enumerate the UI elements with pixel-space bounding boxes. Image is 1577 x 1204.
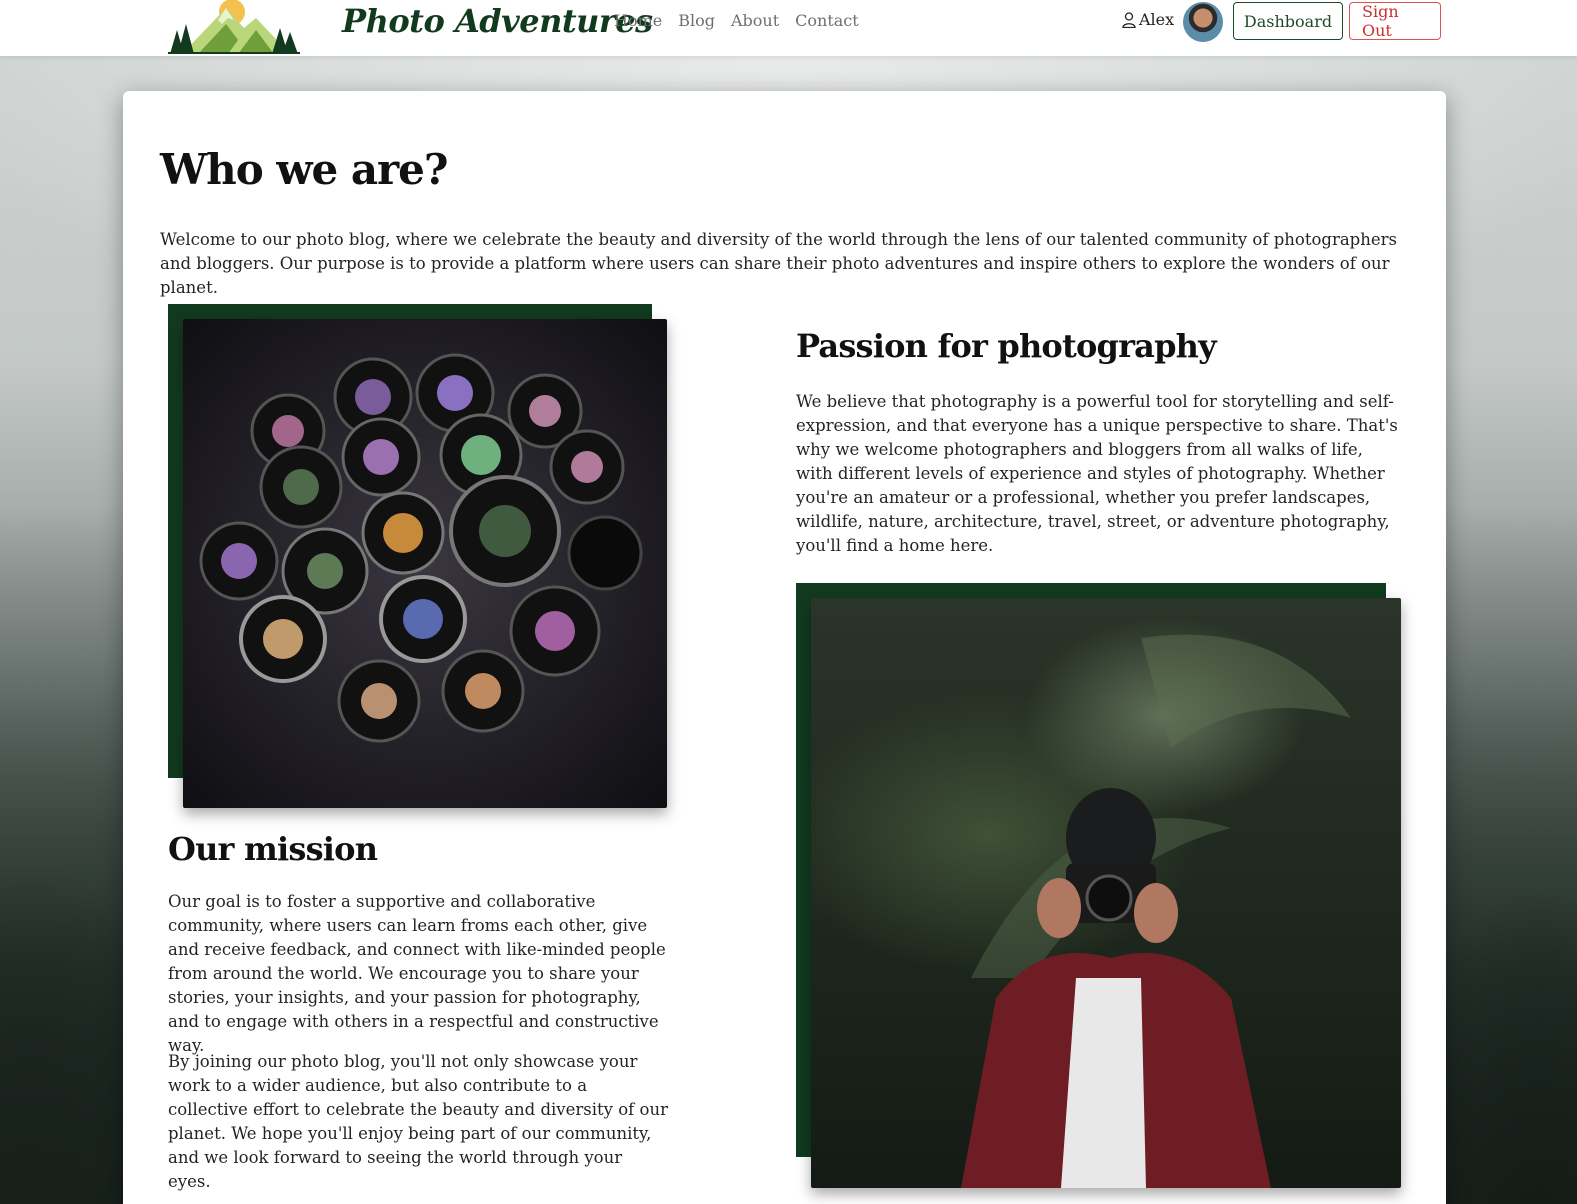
nav-home[interactable]: Home xyxy=(614,11,662,30)
lenses-image xyxy=(183,319,667,808)
mission-heading: Our mission xyxy=(168,830,378,868)
nav-links: Home Blog About Contact xyxy=(614,11,859,30)
nav-blog[interactable]: Blog xyxy=(678,11,715,30)
intro-paragraph: Welcome to our photo blog, where we cele… xyxy=(160,230,1397,297)
mission-paragraph-1: Our goal is to foster a supportive and c… xyxy=(168,892,666,1055)
sign-out-button[interactable]: Sign Out xyxy=(1349,2,1441,40)
mission-paragraph-2: By joining our photo blog, you'll not on… xyxy=(168,1052,668,1191)
user-icon xyxy=(1122,11,1136,28)
passion-heading: Passion for photography xyxy=(796,327,1217,365)
user-name: Alex xyxy=(1139,10,1175,29)
navbar: Photo Adventures Home Blog About Contact… xyxy=(0,0,1577,56)
lenses-illustration xyxy=(199,353,643,743)
passion-paragraph: We believe that photography is a powerfu… xyxy=(796,392,1398,555)
photographer-image xyxy=(811,598,1401,1188)
user-menu[interactable]: Alex xyxy=(1122,10,1174,29)
avatar[interactable] xyxy=(1183,2,1223,42)
dashboard-button[interactable]: Dashboard xyxy=(1233,2,1343,40)
nav-about[interactable]: About xyxy=(731,11,779,30)
nav-contact[interactable]: Contact xyxy=(795,11,859,30)
photographer-illustration xyxy=(961,634,1351,1188)
mountain-logo-icon[interactable] xyxy=(168,0,300,54)
page-title: Who we are? xyxy=(160,145,449,194)
brand-name[interactable]: Photo Adventures xyxy=(342,2,653,40)
